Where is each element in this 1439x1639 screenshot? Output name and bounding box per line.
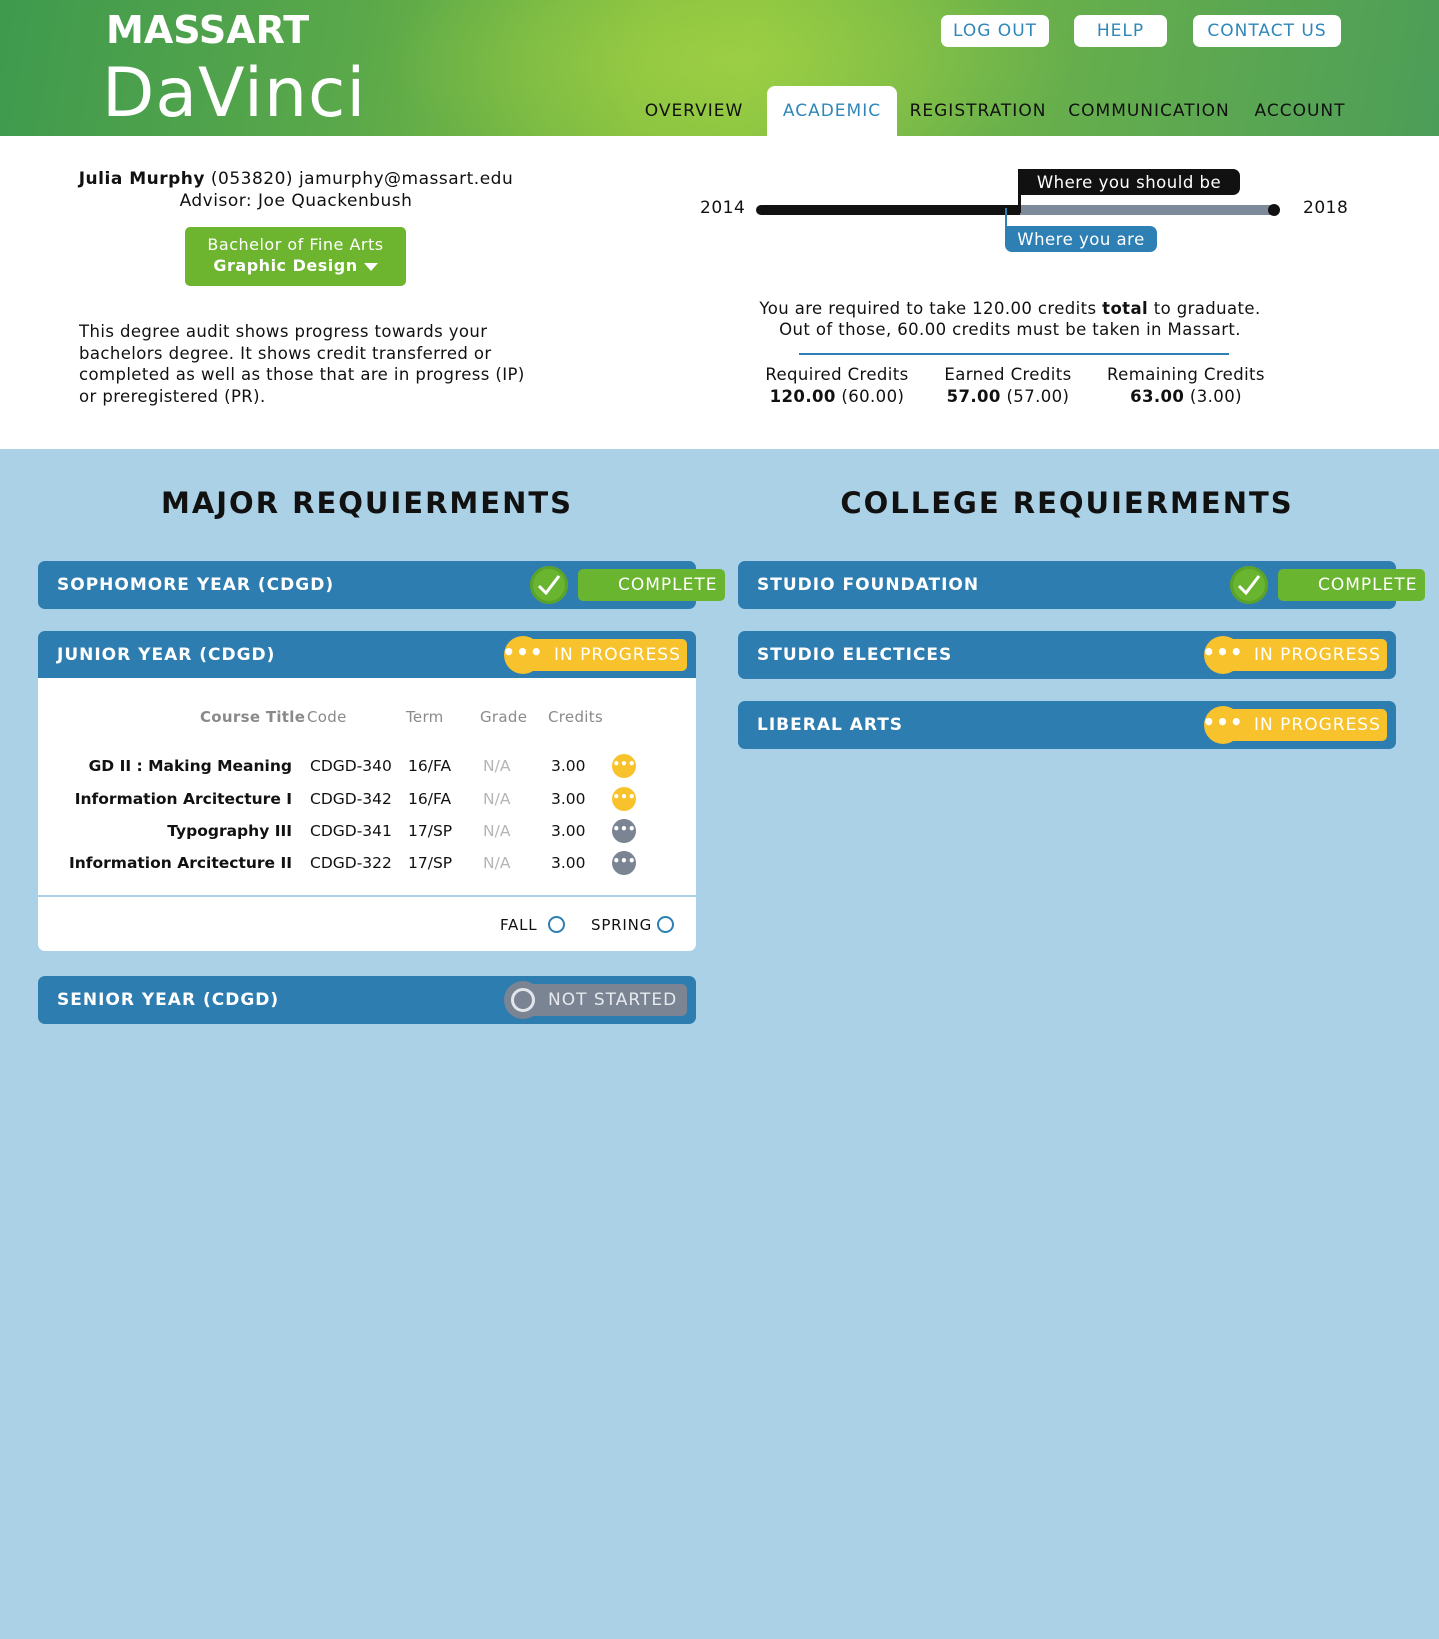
more-dots-icon: ••• <box>1202 706 1243 744</box>
timeline-end-year: 2018 <box>1303 198 1349 218</box>
more-dots-icon[interactable]: ••• <box>612 787 636 811</box>
section-studio-electives[interactable]: STUDIO ELECTICES IN PROGRESS ••• <box>738 631 1396 679</box>
contact-us-button[interactable]: CONTACT US <box>1193 15 1341 47</box>
major-requirements-title: MAJOR REQUIERMENTS <box>160 486 574 520</box>
status-badge: COMPLETE <box>578 569 725 601</box>
table-row[interactable]: GD II : Making Meaning CDGD-340 16/FA N/… <box>38 751 696 781</box>
timeline-elapsed-bar <box>756 205 1020 215</box>
brand-logo[interactable]: MASSART <box>106 8 309 52</box>
section-sophomore-year[interactable]: SOPHOMORE YEAR (CDGD) COMPLETE <box>38 561 725 609</box>
divider <box>799 353 1229 355</box>
status-badge: COMPLETE <box>1278 569 1425 601</box>
col-code: Code <box>307 708 347 726</box>
table-row[interactable]: Typography III CDGD-341 17/SP N/A 3.00 •… <box>38 816 696 846</box>
spring-filter-radio[interactable] <box>657 916 674 933</box>
tab-communication[interactable]: COMMUNICATION <box>1066 86 1232 136</box>
more-dots-icon[interactable]: ••• <box>612 851 636 875</box>
credit-requirement-text: You are required to take 120.00 credits … <box>759 299 1261 339</box>
col-term: Term <box>406 708 444 726</box>
advisor-name: Advisor: Joe Quackenbush <box>179 191 413 211</box>
degree-name: Bachelor of Fine Arts <box>207 235 384 254</box>
tab-overview[interactable]: OVERVIEW <box>636 86 752 136</box>
table-row[interactable]: Information Arcitecture II CDGD-322 17/S… <box>38 848 696 878</box>
fall-filter-label: FALL <box>500 916 538 934</box>
major-name: Graphic Design <box>213 256 358 275</box>
status-badge: IN PROGRESS <box>526 639 687 671</box>
college-requirements-title: COLLEGE REQUIERMENTS <box>840 486 1294 520</box>
timeline-remaining-bar <box>1018 205 1275 215</box>
section-senior-year[interactable]: SENIOR YEAR (CDGD) NOT STARTED <box>38 976 696 1024</box>
section-studio-foundation[interactable]: STUDIO FOUNDATION COMPLETE <box>738 561 1425 609</box>
fall-filter-radio[interactable] <box>548 916 565 933</box>
more-dots-icon[interactable]: ••• <box>612 754 636 778</box>
status-badge: IN PROGRESS <box>1226 709 1387 741</box>
table-row[interactable]: Information Arcitecture I CDGD-342 16/FA… <box>38 784 696 814</box>
audit-description: This degree audit shows progress towards… <box>79 322 525 406</box>
more-dots-icon[interactable]: ••• <box>612 819 636 843</box>
more-dots-icon: ••• <box>1202 636 1243 674</box>
degree-selector-button[interactable]: Bachelor of Fine Arts Graphic Design <box>185 227 406 286</box>
col-credits: Credits <box>548 708 604 726</box>
caret-down-icon <box>363 262 378 271</box>
empty-circle-icon <box>504 981 542 1019</box>
student-name: Julia Murphy <box>78 169 205 189</box>
junior-year-course-table: Course Title Code Term Grade Credits GD … <box>38 678 696 951</box>
help-button[interactable]: HELP <box>1074 15 1167 47</box>
section-junior-year[interactable]: JUNIOR YEAR (CDGD) IN PROGRESS ••• <box>38 631 696 679</box>
tab-account[interactable]: ACCOUNT <box>1245 86 1355 136</box>
divider <box>38 895 696 897</box>
section-liberal-arts[interactable]: LIBERAL ARTS IN PROGRESS ••• <box>738 701 1396 749</box>
required-credits: Required Credits 120.00 (60.00) <box>765 365 909 406</box>
status-badge: NOT STARTED <box>526 984 687 1016</box>
student-identity: Julia Murphy (053820) jamurphy@massart.e… <box>0 169 592 189</box>
student-info-panel: Julia Murphy (053820) jamurphy@massart.e… <box>0 136 1439 449</box>
header: MASSART DaVinci LOG OUT HELP CONTACT US … <box>0 0 1439 136</box>
you-are-label: Where you are <box>1005 226 1157 252</box>
app-name[interactable]: DaVinci <box>102 60 366 128</box>
more-dots-icon: ••• <box>502 636 543 674</box>
remaining-credits: Remaining Credits 63.00 (3.00) <box>1107 365 1265 406</box>
status-badge: IN PROGRESS <box>1226 639 1387 671</box>
col-grade: Grade <box>480 708 528 726</box>
col-course-title: Course Title <box>200 708 306 726</box>
timeline-end-dot <box>1268 204 1280 216</box>
student-email[interactable]: jamurphy@massart.edu <box>299 169 513 189</box>
student-id: (053820) <box>210 169 294 189</box>
timeline-start-year: 2014 <box>700 198 746 218</box>
checkmark-icon <box>1230 566 1268 604</box>
should-be-label: Where you should be <box>1018 169 1240 195</box>
earned-credits: Earned Credits 57.00 (57.00) <box>944 365 1072 406</box>
tab-registration[interactable]: REGISTRATION <box>905 86 1051 136</box>
logout-button[interactable]: LOG OUT <box>941 15 1049 47</box>
checkmark-icon <box>530 566 568 604</box>
tab-academic[interactable]: ACADEMIC <box>767 86 897 136</box>
spring-filter-label: SPRING <box>591 916 653 934</box>
